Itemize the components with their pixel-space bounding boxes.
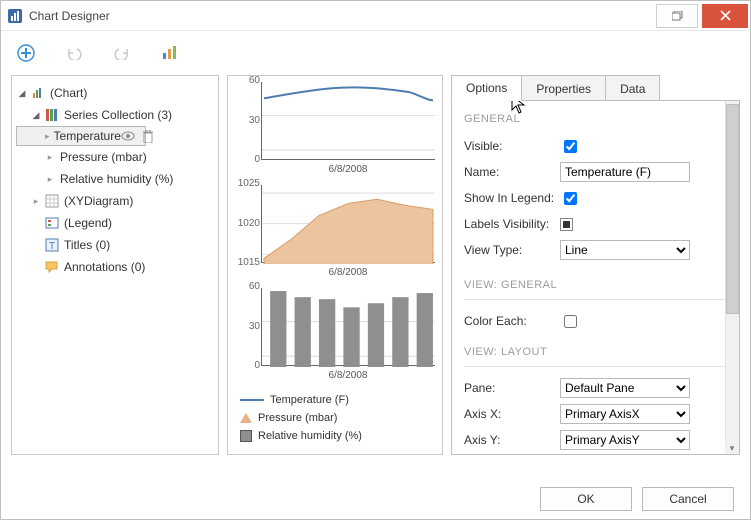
chart-type-button[interactable] (159, 42, 181, 64)
tree-item-temperature[interactable]: ▸ Temperature (16, 126, 146, 146)
area-swatch-icon (240, 413, 252, 423)
section-view-general: VIEW: GENERAL (464, 279, 727, 291)
tree-legend[interactable]: (Legend) (16, 212, 214, 234)
delete-icon[interactable] (141, 129, 155, 143)
name-label: Name: (464, 165, 560, 179)
titles-icon: T (44, 237, 60, 253)
axis-y-label: Axis Y: (464, 433, 560, 447)
view-type-select[interactable]: Line (560, 240, 690, 260)
view-type-label: View Type: (464, 243, 560, 257)
labels-visibility-label: Labels Visibility: (464, 217, 560, 231)
tree-xydiagram[interactable]: ▸ (XYDiagram) (16, 190, 214, 212)
tree-series-collection[interactable]: ◢ Series Collection (3) (16, 104, 214, 126)
tree-root[interactable]: ◢ (Chart) (16, 82, 214, 104)
svg-text:T: T (49, 241, 55, 252)
tree-annotations[interactable]: Annotations (0) (16, 256, 214, 278)
visible-checkbox[interactable] (564, 140, 577, 153)
preview-panel: 60 30 0 6/8/2008 1025 (227, 75, 443, 455)
redo-button[interactable] (111, 42, 133, 64)
annotations-icon (44, 259, 60, 275)
app-icon (7, 8, 23, 24)
restore-button[interactable] (656, 4, 698, 28)
cancel-button[interactable]: Cancel (642, 487, 734, 511)
pane-label: Pane: (464, 381, 560, 395)
visibility-icon[interactable] (121, 129, 135, 143)
line-swatch-icon (240, 399, 264, 401)
preview-legend: Temperature (F) Pressure (mbar) Relative… (240, 391, 362, 445)
grid-icon (44, 193, 60, 209)
tree-item-pressure[interactable]: ▸ Pressure (mbar) (16, 146, 214, 168)
tab-properties[interactable]: Properties (521, 75, 606, 101)
series-icon (44, 107, 60, 123)
tab-data[interactable]: Data (605, 75, 660, 101)
preview-chart-pressure: 1025 1020 1015 6/8/2008 (235, 185, 435, 278)
tab-options[interactable]: Options (451, 75, 522, 101)
name-input[interactable] (560, 162, 690, 182)
chevron-down-icon[interactable]: ▾ (725, 441, 739, 455)
ok-button[interactable]: OK (540, 487, 632, 511)
legend-icon (44, 215, 60, 231)
show-in-legend-label: Show In Legend: (464, 191, 560, 205)
color-each-checkbox[interactable] (564, 315, 577, 328)
preview-chart-humidity: 60 30 0 (235, 288, 435, 381)
scrollbar[interactable]: ▾ (725, 101, 739, 454)
section-general: GENERAL (464, 113, 727, 125)
properties-panel: Options Properties Data GENERAL Visible:… (451, 75, 740, 455)
bar-swatch-icon (240, 430, 252, 442)
labels-visibility-checkbox[interactable] (560, 218, 573, 231)
tree-titles[interactable]: T Titles (0) (16, 234, 214, 256)
close-button[interactable] (702, 4, 748, 28)
add-button[interactable] (15, 42, 37, 64)
preview-chart-temperature: 60 30 0 6/8/2008 (235, 82, 435, 175)
chart-icon (30, 85, 46, 101)
undo-button[interactable] (63, 42, 85, 64)
section-view-layout: VIEW: LAYOUT (464, 346, 727, 358)
pane-select[interactable]: Default Pane (560, 378, 690, 398)
axis-x-label: Axis X: (464, 407, 560, 421)
visible-label: Visible: (464, 139, 560, 153)
tree-panel: ◢ (Chart) ◢ Series Collection (3) ▸ Temp… (11, 75, 219, 455)
tree-item-humidity[interactable]: ▸ Relative humidity (%) (16, 168, 214, 190)
show-in-legend-checkbox[interactable] (564, 192, 577, 205)
axis-y-select[interactable]: Primary AxisY (560, 430, 690, 450)
axis-x-select[interactable]: Primary AxisX (560, 404, 690, 424)
color-each-label: Color Each: (464, 314, 560, 328)
window-title: Chart Designer (29, 9, 110, 23)
